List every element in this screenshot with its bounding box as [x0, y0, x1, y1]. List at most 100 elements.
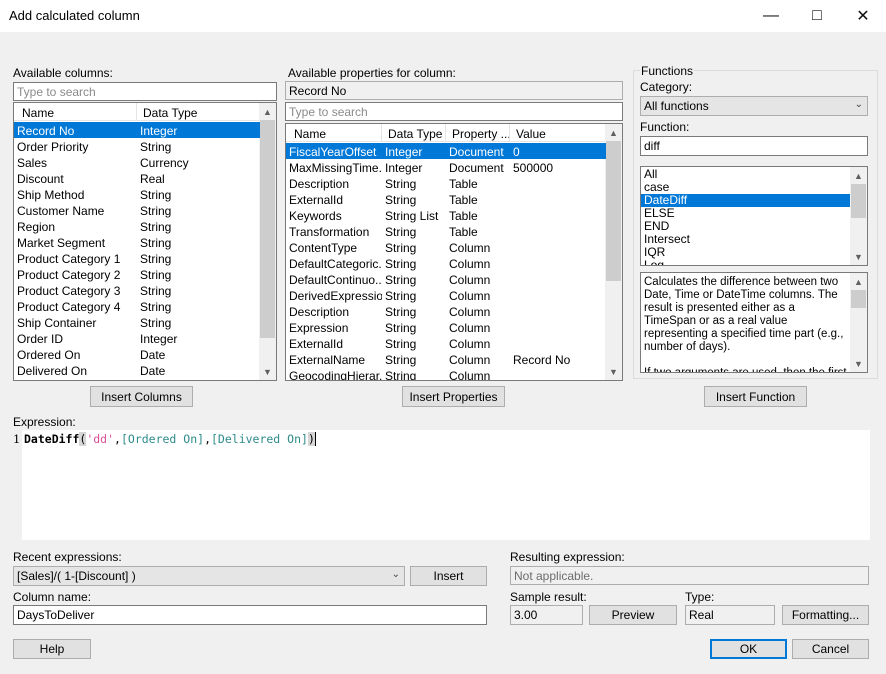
sample-result-field: 3.00 [510, 605, 583, 625]
help-button[interactable]: Help [13, 639, 91, 659]
insert-recent-button[interactable]: Insert [410, 566, 487, 586]
list-item[interactable]: Sales Currency [14, 154, 260, 170]
properties-scrollbar[interactable]: ▲ ▼ [605, 124, 622, 380]
property-header-property[interactable]: Property ... [446, 124, 510, 142]
list-item[interactable]: Product Category 1 String [14, 250, 260, 266]
function-label: Function: [640, 120, 690, 134]
column-header-name[interactable]: Name [14, 103, 137, 121]
cell: Sales [17, 156, 48, 170]
expression-editor[interactable] [22, 430, 870, 540]
ok-button[interactable]: OK [710, 639, 787, 659]
list-item[interactable]: Description String Column [286, 303, 606, 319]
cell [510, 175, 606, 191]
minimize-icon[interactable]: — [748, 0, 794, 32]
function-item[interactable]: Intersect [641, 233, 850, 246]
expression-label: Expression: [13, 415, 76, 429]
list-item[interactable]: Keywords String List Table [286, 207, 606, 223]
list-item[interactable]: ExternalId String Column [286, 335, 606, 351]
list-item[interactable]: Product Category 2 String [14, 266, 260, 282]
close-icon[interactable]: ✕ [840, 0, 886, 32]
insert-properties-button[interactable]: Insert Properties [402, 386, 505, 407]
cell: String [140, 220, 172, 234]
functions-list[interactable]: Log IQR Intersect END ELSE DateDiff case All ▲ ▼ [640, 166, 868, 266]
cancel-button[interactable]: Cancel [792, 639, 869, 659]
cell: String [385, 289, 417, 303]
maximize-icon[interactable]: □ [794, 0, 840, 32]
list-item[interactable]: MaxMissingTime... Integer Document 500000 [286, 159, 606, 175]
list-item[interactable]: Product Category 3 String [14, 282, 260, 298]
list-item[interactable]: FiscalYearOffset Integer Document 0 [286, 143, 606, 159]
list-item[interactable]: Record No Integer [14, 122, 260, 138]
list-item[interactable]: Ship Method String [14, 186, 260, 202]
property-header-name[interactable]: Name [286, 124, 382, 142]
function-item[interactable]: Log [641, 259, 850, 266]
columns-scrollbar[interactable]: ▲ ▼ [259, 103, 276, 380]
list-item[interactable]: Region String [14, 218, 260, 234]
code-column-ref: [Delivered On] [211, 432, 308, 446]
function-item[interactable]: END [641, 220, 850, 233]
list-item[interactable]: GeocodingHierar... String Column [286, 367, 606, 380]
list-item[interactable]: Market Segment String [14, 234, 260, 250]
properties-search-input[interactable]: Type to search [285, 102, 623, 121]
function-search-input[interactable]: diff [640, 136, 868, 156]
list-item[interactable]: ExternalId String Table [286, 191, 606, 207]
function-item[interactable]: DateDiff [641, 194, 850, 207]
selected-column-field: Record No [285, 81, 623, 100]
property-header-data-type[interactable]: Data Type [382, 124, 446, 142]
list-item[interactable]: ContentType String Column [286, 239, 606, 255]
cell: Expression [289, 321, 349, 335]
cell: DefaultCategoric... [289, 257, 382, 271]
cell: Transformation [289, 225, 370, 239]
list-item[interactable]: DefaultContinuo... String Column [286, 271, 606, 287]
list-item[interactable]: DerivedExpression String Column [286, 287, 606, 303]
columns-search-input[interactable]: Type to search [13, 82, 277, 101]
list-item[interactable]: ExternalName String Column Record No [286, 351, 606, 367]
list-item[interactable]: Order ID Integer [14, 330, 260, 346]
list-item[interactable]: Ordered On Date [14, 346, 260, 362]
list-item[interactable]: Description String Table [286, 175, 606, 191]
cell: Ship Method [17, 188, 85, 202]
cell: String [140, 316, 172, 330]
cell: ExternalId [289, 193, 344, 207]
category-dropdown[interactable]: All functions ⌄ [640, 96, 868, 116]
list-item[interactable]: Transformation String Table [286, 223, 606, 239]
formatting-button[interactable]: Formatting... [782, 605, 869, 625]
function-item[interactable]: All [641, 168, 850, 181]
recent-expressions-dropdown[interactable]: [Sales]/( 1-[Discount] ) ⌄ [13, 566, 405, 586]
list-item[interactable]: Ship Container String [14, 314, 260, 330]
cell: Integer [385, 145, 423, 159]
function-item[interactable]: ELSE [641, 207, 850, 220]
list-item[interactable]: DefaultCategoric... String Column [286, 255, 606, 271]
cell: String [140, 140, 172, 154]
cell: Date [140, 348, 166, 362]
cell: Market Segment [17, 236, 106, 250]
cell: ExternalId [289, 337, 344, 351]
preview-button[interactable]: Preview [589, 605, 677, 625]
list-item[interactable]: Delivered On Date [14, 362, 260, 378]
insert-columns-button[interactable]: Insert Columns [90, 386, 193, 407]
list-item[interactable]: Customer Name String [14, 202, 260, 218]
function-item[interactable]: case [641, 181, 850, 194]
function-item[interactable]: IQR [641, 246, 850, 259]
properties-list[interactable]: Name Data Type Property ... Value ▲ ▼ Fis… [285, 123, 623, 381]
cell: Table [449, 209, 478, 223]
cell: Table [449, 225, 478, 239]
list-item[interactable]: Order Priority String [14, 138, 260, 154]
cell [510, 207, 606, 223]
list-item[interactable]: Expression String Column [286, 319, 606, 335]
cell [510, 287, 606, 303]
list-item[interactable]: Discount Real [14, 170, 260, 186]
resulting-expression-label: Resulting expression: [510, 550, 625, 564]
cell: Customer Name [17, 204, 105, 218]
columns-list[interactable]: Name Data Type ▲ ▼ Record No Integer Order … [13, 102, 277, 381]
resulting-expression-field: Not applicable. [510, 566, 869, 585]
column-name-input[interactable]: DaysToDeliver [13, 605, 487, 625]
list-item[interactable]: Product Category 4 String [14, 298, 260, 314]
property-header-value[interactable]: Value [510, 124, 606, 142]
recent-expression-value: [Sales]/( 1-[Discount] ) [17, 569, 136, 583]
column-header-data-type[interactable]: Data Type [137, 103, 260, 121]
function-description-text: Calculates the difference between two Da… [644, 276, 847, 373]
functions-scrollbar[interactable]: ▲ ▼ [850, 167, 867, 265]
description-scrollbar[interactable]: ▲ ▼ [850, 273, 867, 372]
insert-function-button[interactable]: Insert Function [704, 386, 807, 407]
